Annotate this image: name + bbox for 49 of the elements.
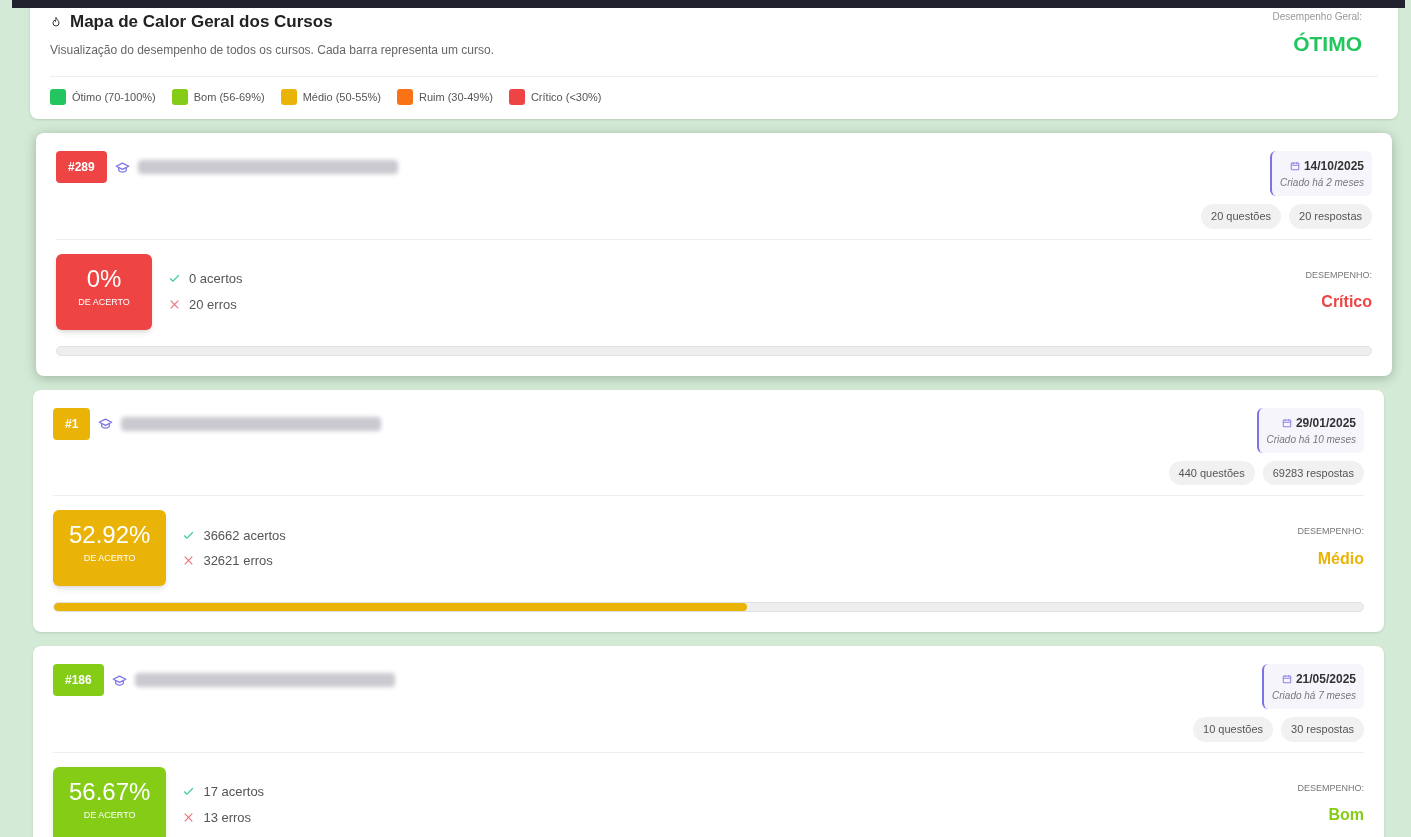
heatmap-title: Mapa de Calor Geral dos Cursos (70, 11, 333, 33)
course-id-badge: #1 (53, 407, 91, 440)
heatmap-subtitle: Visualização do desempenho de todos os cursos. Cada barra representa um curso. (50, 41, 495, 59)
created-ago: Criado há 2 meses (1280, 176, 1364, 190)
course-id-badge: #186 (53, 664, 104, 696)
performance-value: Bom (1328, 805, 1364, 826)
wrong-count: 20 erros (189, 295, 237, 314)
score-percent: 56.67% (69, 776, 151, 807)
performance-value: Médio (1317, 548, 1364, 569)
overall-label: Desempenho Geral: (1272, 10, 1362, 24)
answers-count: 69283 respostas (1262, 460, 1364, 485)
legend-label: Médio (50-55%) (302, 89, 381, 105)
score-caption: DE ACERTO (78, 295, 130, 309)
graduation-cap-icon (98, 416, 114, 431)
performance-label: DESEMPENHO: (1297, 525, 1364, 539)
correct-count: 17 acertos (203, 783, 265, 801)
answers-count: 30 respostas (1281, 717, 1364, 742)
questions-count: 440 questões (1168, 460, 1255, 485)
legend-label: Ruim (30-49%) (418, 89, 493, 105)
wrong-count: 32621 erros (203, 552, 273, 570)
wrong-count: 13 erros (203, 808, 252, 827)
performance-value: Crítico (1321, 292, 1372, 313)
score-caption: DE ACERTO (83, 808, 136, 822)
correct-count: 36662 acertos (203, 526, 286, 545)
performance-label: DESEMPENHO: (1297, 781, 1364, 795)
questions-count: 20 questões (1201, 204, 1281, 229)
calendar-icon (1289, 161, 1300, 171)
correct-count: 0 acertos (189, 270, 243, 288)
performance-label: DESEMPENHO: (1305, 268, 1372, 282)
graduation-cap-icon (114, 159, 130, 175)
overall-value: ÓTIMO (1293, 31, 1362, 57)
score-caption: DE ACERTO (83, 552, 136, 565)
flame-icon (50, 15, 62, 28)
legend-label: Bom (56-69%) (193, 89, 265, 105)
answers-count: 20 respostas (1289, 204, 1372, 229)
score-percent: 0% (86, 263, 122, 294)
course-id-badge: #289 (56, 151, 107, 183)
created-ago: Criado há 10 meses (1266, 432, 1356, 447)
questions-count: 10 questões (1193, 717, 1273, 742)
legend-label: Crítico (<30%) (530, 89, 602, 105)
course-date: 21/05/2025 (1295, 671, 1356, 688)
graduation-cap-icon (111, 672, 127, 688)
calendar-icon (1281, 674, 1292, 684)
score-percent: 52.92% (69, 520, 151, 550)
course-date: 14/10/2025 (1303, 158, 1364, 175)
calendar-icon (1281, 417, 1292, 428)
created-ago: Criado há 7 meses (1272, 689, 1356, 703)
legend-label: Ótimo (70-100%) (72, 89, 156, 105)
course-date: 29/01/2025 (1295, 414, 1356, 432)
